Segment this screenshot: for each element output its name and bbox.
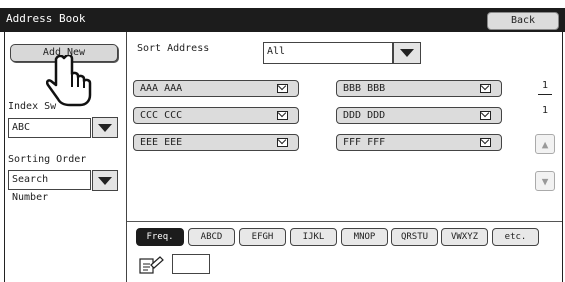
- tab-etc[interactable]: etc.: [492, 228, 539, 246]
- chevron-down-icon: [98, 176, 112, 185]
- sort-address-select[interactable]: All: [263, 42, 393, 64]
- address-entry[interactable]: EEE EEE: [133, 134, 299, 151]
- envelope-icon: [480, 84, 491, 93]
- window-title: Address Book: [6, 12, 86, 25]
- current-page: 1: [541, 80, 549, 91]
- edit-address-icon[interactable]: [138, 255, 166, 275]
- address-entry[interactable]: CCC CCC: [133, 107, 299, 124]
- arrow-down-icon: ▼: [541, 174, 549, 188]
- page-up-button[interactable]: ▲: [535, 134, 555, 154]
- envelope-icon: [277, 138, 288, 147]
- entry-name: FFF FFF: [343, 137, 386, 148]
- chevron-down-icon: [400, 49, 414, 57]
- entry-name: AAA AAA: [140, 83, 183, 94]
- sort-address-dropdown-button[interactable]: [393, 42, 421, 64]
- address-entry[interactable]: DDD DDD: [336, 107, 502, 124]
- sorting-order-select[interactable]: Search Number: [8, 170, 91, 203]
- back-button[interactable]: Back: [487, 12, 559, 30]
- right-border: [562, 32, 563, 282]
- envelope-icon: [277, 84, 288, 93]
- envelope-icon: [480, 111, 491, 120]
- address-entry[interactable]: BBB BBB: [336, 80, 502, 97]
- address-entry[interactable]: FFF FFF: [336, 134, 502, 151]
- total-pages: 1: [541, 105, 549, 116]
- tab-ijkl[interactable]: IJKL: [290, 228, 337, 246]
- hand-pointer-icon: [46, 55, 92, 107]
- tab-abcd[interactable]: ABCD: [188, 228, 235, 246]
- sort-address-label: Sort Address: [137, 43, 210, 54]
- address-input-field[interactable]: [172, 254, 210, 274]
- left-border: [4, 32, 5, 282]
- page-down-button[interactable]: ▼: [535, 171, 555, 191]
- entry-name: CCC CCC: [140, 110, 183, 121]
- tab-freq[interactable]: Freq.: [136, 228, 184, 246]
- entry-name: EEE EEE: [140, 137, 183, 148]
- sorting-order-label: Sorting Order: [8, 154, 87, 165]
- address-entry[interactable]: AAA AAA: [133, 80, 299, 97]
- panel-divider: [126, 32, 127, 282]
- index-switch-select[interactable]: ABC: [8, 118, 91, 138]
- index-switch-dropdown-button[interactable]: [92, 117, 118, 138]
- entry-name: DDD DDD: [343, 110, 386, 121]
- page-divider: [538, 94, 552, 95]
- tab-qrstu[interactable]: QRSTU: [391, 228, 438, 246]
- tab-efgh[interactable]: EFGH: [239, 228, 286, 246]
- arrow-up-icon: ▲: [541, 137, 549, 151]
- tab-mnop[interactable]: MNOP: [341, 228, 388, 246]
- entry-name: BBB BBB: [343, 83, 386, 94]
- tab-underline: [127, 221, 562, 222]
- envelope-icon: [480, 138, 491, 147]
- envelope-icon: [277, 111, 288, 120]
- sorting-order-dropdown-button[interactable]: [92, 170, 118, 191]
- tab-vwxyz[interactable]: VWXYZ: [441, 228, 488, 246]
- chevron-down-icon: [98, 123, 112, 132]
